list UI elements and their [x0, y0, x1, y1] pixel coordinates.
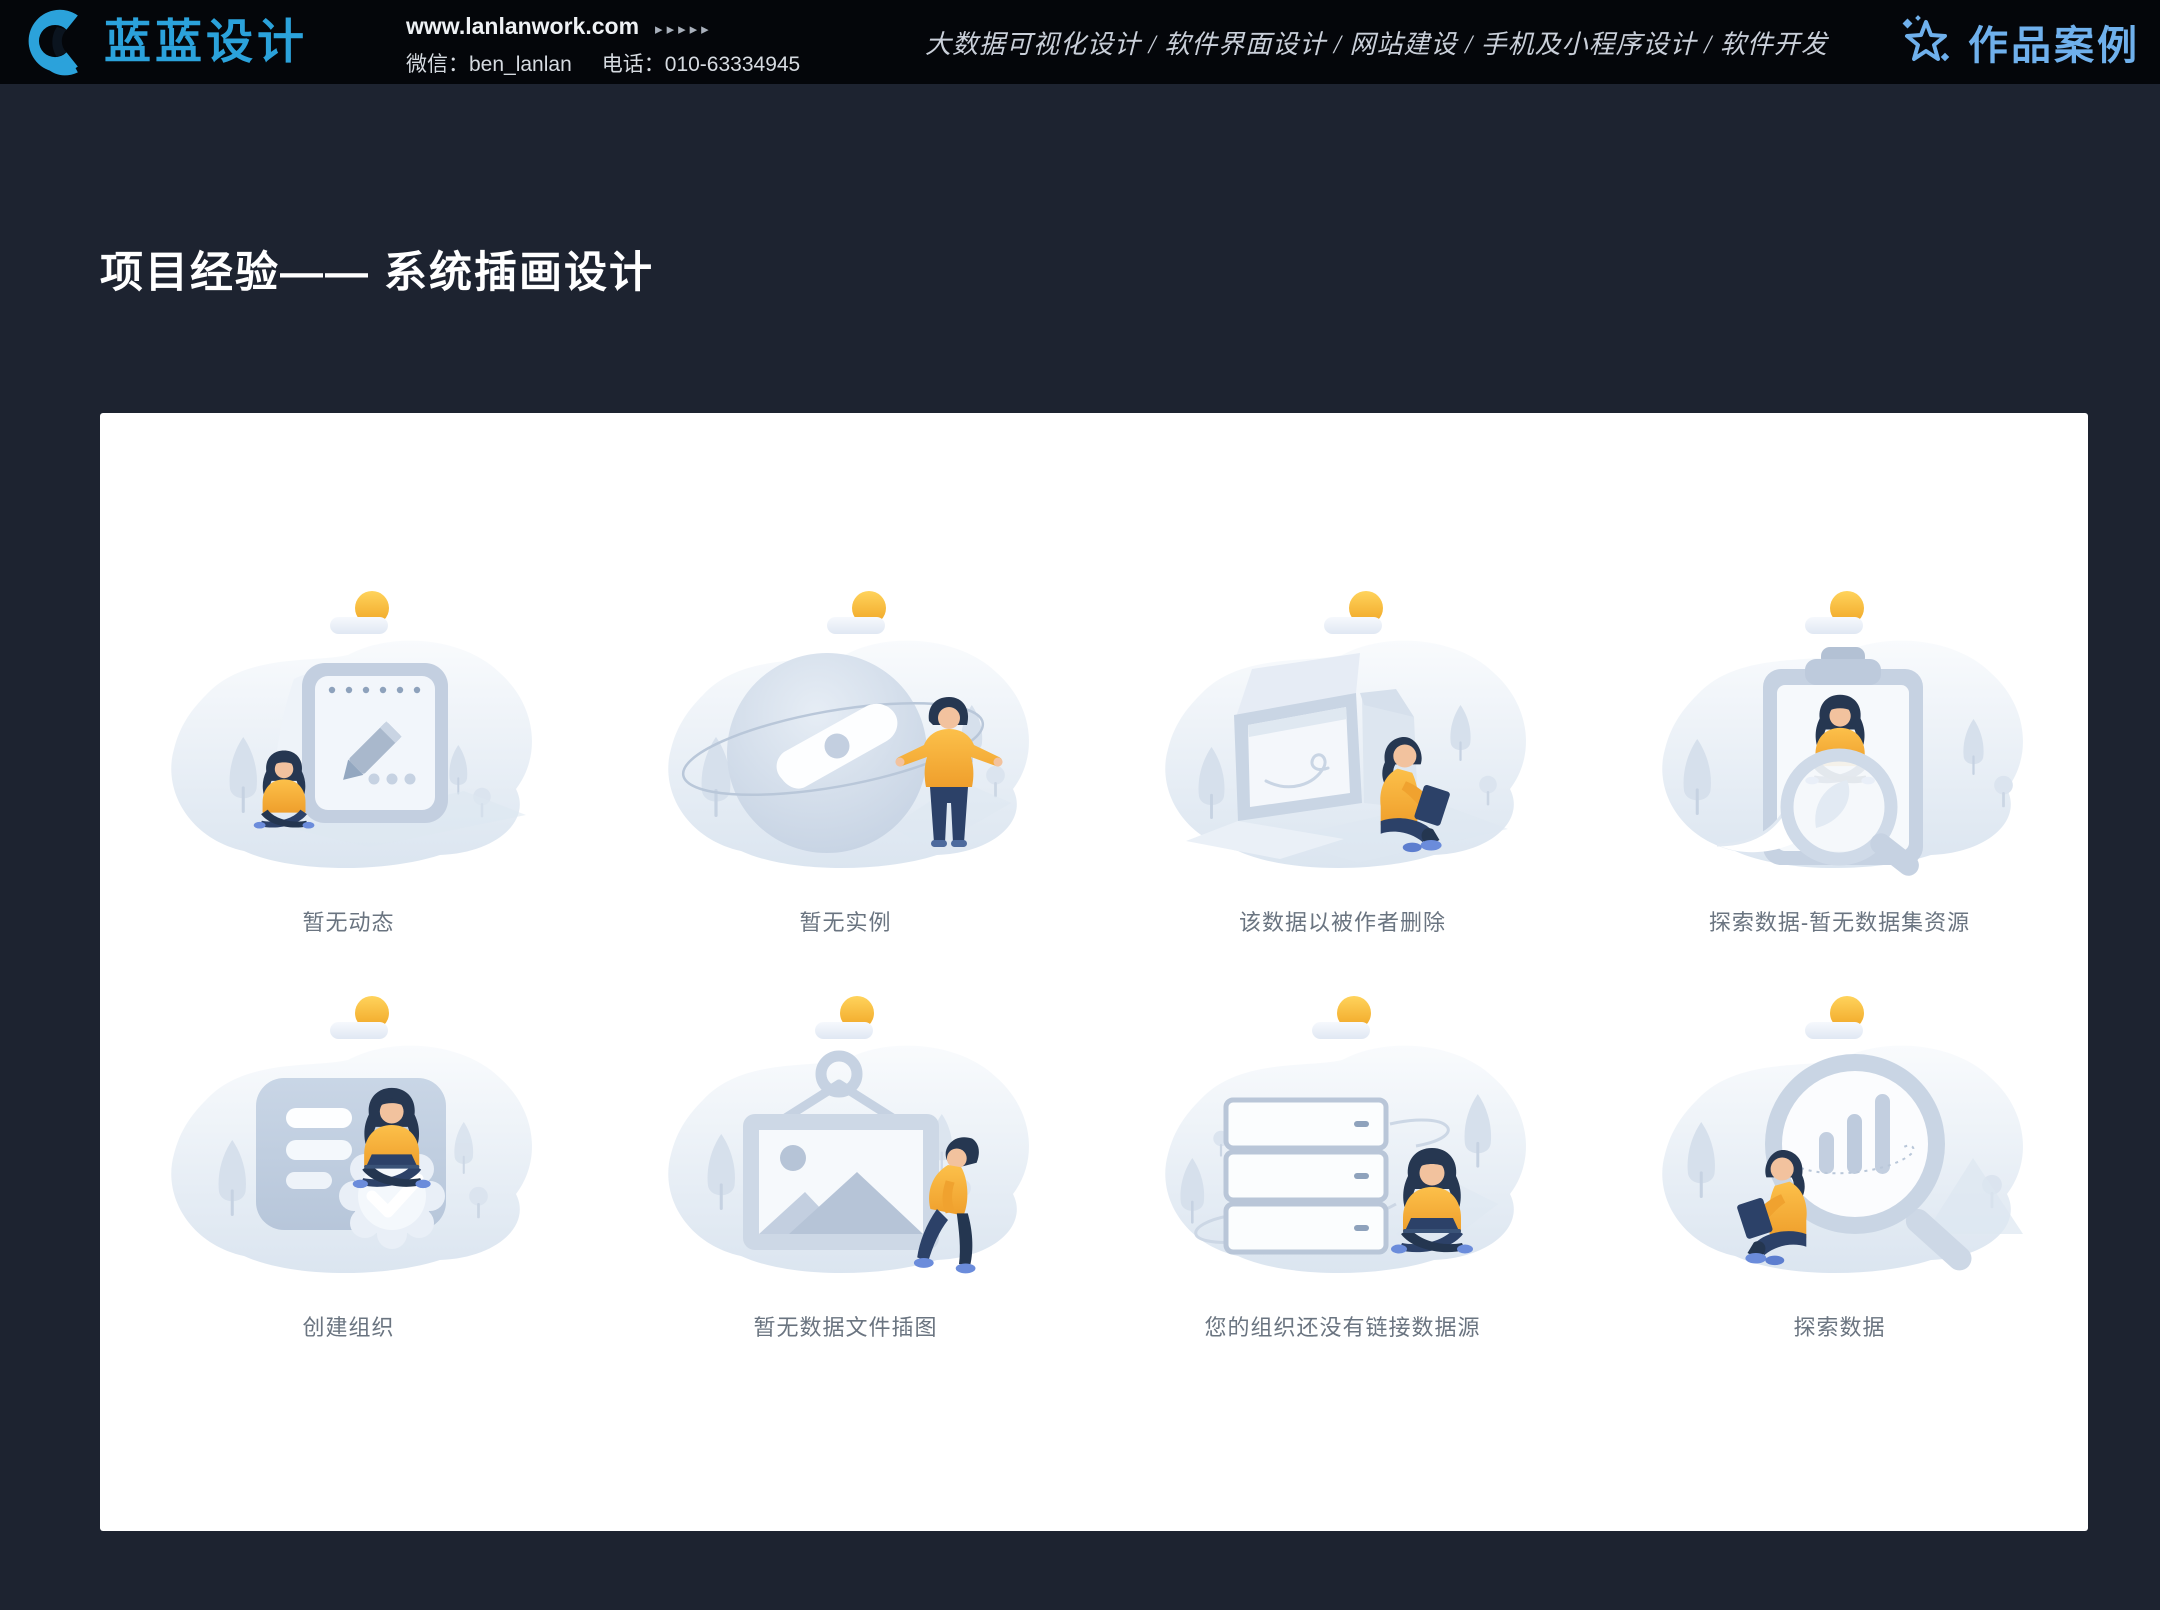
clipboard-magnifier-illustration [1625, 577, 2055, 897]
gallery-row-2: 创建组织 暂无数据文件插图 [100, 982, 2088, 1342]
website-link[interactable]: www.lanlanwork.com [406, 13, 639, 39]
illustration-caption: 暂无实例 [799, 905, 891, 937]
portfolio-label: 作品案例 [1968, 13, 2140, 71]
portfolio-badge[interactable]: 作品案例 [1898, 0, 2140, 84]
services-list: 大数据可视化设计 / 软件界面设计 / 网站建设 / 手机及小程序设计 / 软件… [925, 0, 1828, 84]
illustration-caption: 暂无动态 [302, 905, 394, 937]
wechat-label: 微信： [406, 53, 469, 76]
gallery-item: 您的组织还没有链接数据源 [1094, 982, 1591, 1342]
gallery-item: 暂无实例 [597, 577, 1094, 937]
gallery-item: 该数据以被作者删除 [1094, 577, 1591, 937]
illustration-caption: 您的组织还没有链接数据源 [1204, 1310, 1480, 1342]
phone-label: 电话： [602, 53, 665, 76]
illustration-caption: 创建组织 [302, 1310, 394, 1342]
gallery-item: 创建组织 [100, 982, 597, 1342]
illustration-gallery-card: 暂无动态 暂无实例 [100, 413, 2088, 1531]
illustration-caption: 该数据以被作者删除 [1239, 905, 1446, 937]
gallery-item: 探索数据 [1591, 982, 2088, 1342]
illustration-caption: 探索数据 [1793, 1310, 1885, 1342]
contact-block: www.lanlanwork.com ▸▸▸▸▸ 微信：ben_lanlan 电话：… [406, 13, 800, 78]
logo-wordmark[interactable]: 蓝蓝设计 [104, 0, 308, 84]
lanlan-logo-icon[interactable] [18, 6, 96, 78]
top-banner: 蓝蓝设计 www.lanlanwork.com ▸▸▸▸▸ 微信：ben_lanl… [0, 0, 2160, 84]
illustration-caption: 探索数据-暂无数据集资源 [1709, 905, 1970, 937]
phone-value: 010-63334945 [665, 53, 800, 76]
magnifier-bar-chart-illustration [1625, 982, 2055, 1302]
notepad-pencil-illustration [134, 577, 564, 897]
server-stack-illustration [1128, 982, 1558, 1302]
star-sparkle-icon [1898, 14, 1954, 70]
gallery-item: 暂无数据文件插图 [597, 982, 1094, 1342]
gallery-item: 暂无动态 [100, 577, 597, 937]
list-card-check-badge-illustration [134, 982, 564, 1302]
wechat-value: ben_lanlan [469, 53, 572, 76]
gallery-row-1: 暂无动态 暂无实例 [100, 577, 2088, 937]
gallery-item: 探索数据-暂无数据集资源 [1591, 577, 2088, 937]
page-title: 项目经验—— 系统插画设计 [100, 238, 654, 300]
compass-disc-illustration [631, 577, 1061, 897]
picture-frame-illustration [631, 982, 1061, 1302]
arrow-decoration: ▸▸▸▸▸ [655, 21, 713, 38]
empty-open-box-illustration [1128, 577, 1558, 897]
illustration-caption: 暂无数据文件插图 [753, 1310, 937, 1342]
